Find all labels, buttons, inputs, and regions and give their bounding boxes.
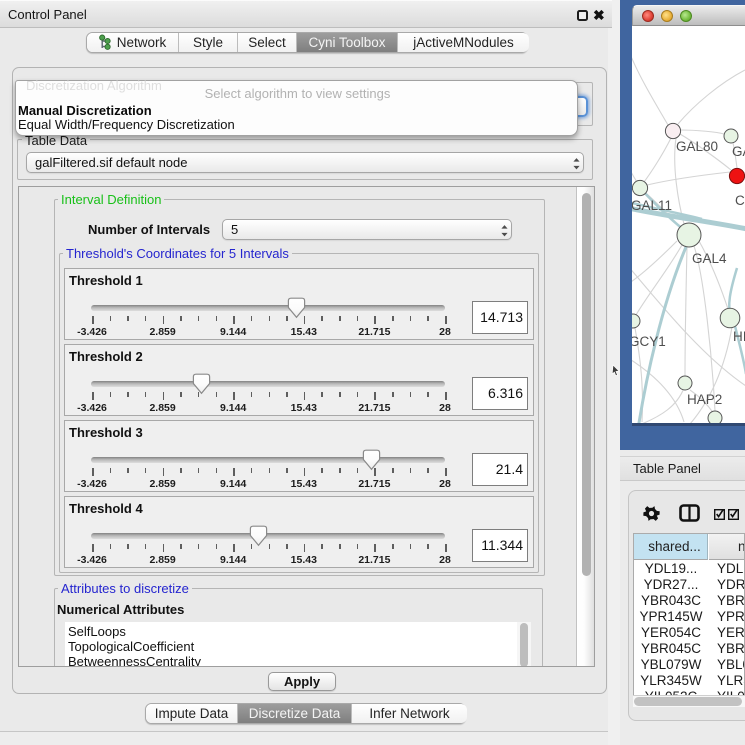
svg-text:CD: CD (735, 193, 745, 208)
svg-text:GCY1: GCY1 (632, 334, 666, 349)
svg-text:HI: HI (733, 329, 745, 344)
svg-text:GAL4: GAL4 (692, 251, 727, 266)
svg-text:HAP2: HAP2 (687, 392, 722, 407)
svg-text:GAL: GAL (732, 144, 745, 159)
svg-text:GAL80: GAL80 (676, 139, 718, 154)
svg-text:GAL11: GAL11 (632, 198, 672, 213)
